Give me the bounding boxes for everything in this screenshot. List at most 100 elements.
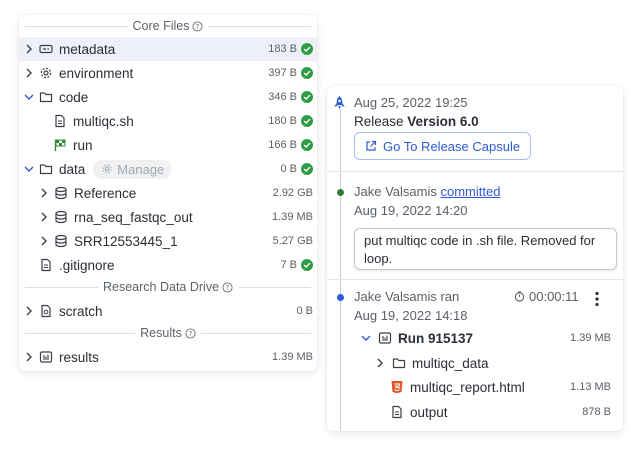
tree-item-metadata[interactable]: metadata 183 B — [19, 37, 317, 61]
run-file-multiqc-data[interactable]: multiqc_data — [374, 351, 489, 375]
item-label: data — [59, 161, 86, 177]
rocket-icon — [334, 96, 345, 110]
chevron-right-icon[interactable] — [23, 43, 35, 55]
commit-date: Aug 19, 2022 14:20 — [354, 203, 468, 218]
commit-author: Jake Valsamis — [354, 184, 437, 199]
chevron-down-icon[interactable] — [23, 91, 35, 103]
timeline-line — [340, 110, 341, 431]
item-size: 183 B — [268, 43, 297, 55]
run-date: Aug 19, 2022 14:18 — [354, 308, 468, 323]
tree-item-run[interactable]: run 166 B — [19, 133, 317, 157]
tree-item-gitignore[interactable]: .gitignore 7 B — [19, 253, 317, 277]
stopwatch-icon — [514, 291, 525, 302]
chevron-down-icon[interactable] — [23, 163, 35, 175]
chevron-right-icon[interactable] — [23, 351, 35, 363]
help-icon[interactable]: ? — [185, 327, 196, 339]
run-duration: 00:00:11 — [514, 289, 579, 304]
item-label: SRR12553445_1 — [74, 233, 178, 249]
run-size: 1.39 MB — [570, 332, 611, 344]
manage-label: Manage — [117, 161, 165, 177]
chevron-right-icon[interactable] — [38, 187, 50, 199]
chevron-down-icon[interactable] — [360, 332, 372, 344]
checkered-flag-icon — [54, 139, 66, 151]
help-icon[interactable]: ? — [222, 281, 233, 293]
run-name: Run 915137 — [398, 330, 474, 346]
item-size: 1.39 MB — [272, 211, 313, 223]
database-icon — [55, 234, 67, 248]
results-icon — [39, 351, 53, 363]
svg-text:?: ? — [189, 329, 193, 337]
run-item[interactable]: Run 915137 — [360, 326, 473, 350]
chevron-right-icon[interactable] — [38, 211, 50, 223]
database-icon — [55, 186, 67, 200]
file-label: multiqc_data — [412, 355, 489, 371]
results-icon — [378, 332, 392, 344]
svg-text:?: ? — [226, 283, 230, 291]
run-file-output[interactable]: output — [390, 400, 448, 424]
help-icon[interactable]: ? — [192, 20, 204, 32]
section-results: Results ? — [25, 326, 311, 340]
item-label: environment — [59, 65, 134, 81]
timeline-panel: Aug 25, 2022 19:25 Release Version 6.0 G… — [327, 86, 623, 431]
file-size: 1.13 MB — [570, 381, 611, 393]
section-research-data-drive: Research Data Drive ? — [25, 280, 312, 294]
tag-icon — [39, 44, 53, 54]
item-label: rna_seq_fastqc_out — [74, 209, 193, 225]
item-label: multiqc.sh — [73, 113, 134, 129]
folder-icon — [39, 92, 53, 103]
check-circle-icon — [301, 43, 313, 55]
file-label: multiqc_report.html — [410, 379, 525, 395]
check-circle-icon — [301, 163, 313, 175]
committed-link[interactable]: committed — [440, 184, 500, 199]
item-size: 166 B — [268, 139, 297, 151]
folder-icon — [392, 358, 406, 369]
more-vertical-icon[interactable] — [594, 291, 600, 307]
run-file-multiqc-report[interactable]: multiqc_report.html — [390, 375, 525, 399]
item-label: metadata — [59, 41, 116, 57]
item-size: 2.92 GB — [272, 187, 313, 199]
tree-item-reference[interactable]: Reference 2.92 GB — [19, 181, 317, 205]
divider — [327, 279, 623, 280]
section-core-files: Core Files ? — [25, 19, 311, 33]
item-size: 0 B — [280, 163, 297, 175]
release-version: Version 6.0 — [407, 114, 479, 129]
commit-message: put multiqc code in .sh file. Removed fo… — [354, 228, 617, 270]
file-size: 878 B — [582, 406, 611, 418]
tree-item-multiqc-sh[interactable]: multiqc.sh 180 B — [19, 109, 317, 133]
release-prefix: Release — [354, 114, 404, 129]
chevron-right-icon[interactable] — [23, 67, 35, 79]
file-icon — [392, 405, 402, 419]
run-dot — [337, 294, 344, 301]
release-title: Release Version 6.0 — [354, 114, 479, 129]
external-link-icon — [366, 140, 377, 151]
tree-item-srr12553445-1[interactable]: SRR12553445_1 5.27 GB — [19, 229, 317, 253]
section-title: Research Data Drive — [103, 280, 220, 294]
tree-item-code[interactable]: code 346 B — [19, 85, 317, 109]
item-label: results — [59, 349, 99, 365]
folder-icon — [39, 164, 53, 175]
check-circle-icon — [301, 139, 313, 151]
item-size: 0 B — [296, 305, 313, 317]
chevron-right-icon[interactable] — [38, 235, 50, 247]
html5-icon — [391, 381, 403, 394]
check-circle-icon — [301, 259, 313, 271]
item-size: 5.27 GB — [272, 235, 313, 247]
check-circle-icon — [301, 115, 313, 127]
tree-item-scratch[interactable]: scratch 0 B — [19, 299, 317, 323]
tree-item-environment[interactable]: environment 397 B — [19, 61, 317, 85]
tree-item-results[interactable]: results 1.39 MB — [19, 345, 317, 369]
scratch-file-icon — [41, 304, 51, 318]
chevron-right-icon[interactable] — [374, 357, 386, 369]
tree-item-rna-seq-fastqc-out[interactable]: rna_seq_fastqc_out 1.39 MB — [19, 205, 317, 229]
item-size: 346 B — [268, 91, 297, 103]
item-label: Reference — [74, 185, 137, 201]
manage-button[interactable]: Manage — [93, 159, 173, 179]
go-to-release-capsule-button[interactable]: Go To Release Capsule — [354, 132, 532, 160]
item-size: 397 B — [268, 67, 297, 79]
files-panel: Core Files ? metadata 183 B environment … — [19, 15, 317, 371]
commit-header: Jake Valsamis committed — [354, 184, 500, 199]
chevron-right-icon[interactable] — [23, 305, 35, 317]
tree-item-data[interactable]: data Manage 0 B — [19, 157, 317, 181]
gear-icon — [40, 67, 52, 79]
item-size: 180 B — [268, 115, 297, 127]
